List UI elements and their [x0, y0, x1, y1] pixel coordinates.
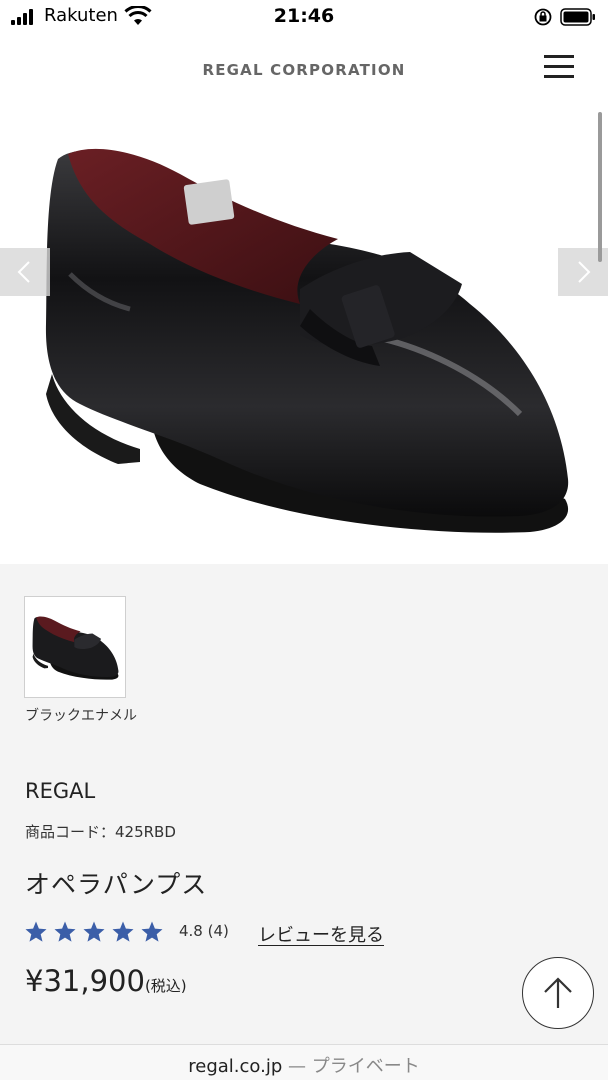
star-icon	[25, 921, 47, 942]
status-bar: Rakuten 21:46	[0, 0, 608, 34]
tax-note: (税込)	[144, 977, 187, 995]
star-icon	[141, 921, 163, 942]
product-name: オペラパンプス	[25, 870, 208, 899]
brand-name: REGAL	[25, 779, 96, 803]
arrow-up-icon	[544, 977, 572, 1008]
star-icon	[54, 921, 76, 942]
view-reviews-link[interactable]: レビューを見る	[258, 921, 384, 947]
product-image-gallery[interactable]	[0, 104, 608, 564]
url-domain: regal.co.jp	[188, 1056, 283, 1077]
product-image-shoe	[45, 148, 569, 533]
url-separator: —	[288, 1056, 306, 1077]
variant-thumbnail[interactable]	[24, 596, 126, 698]
orientation-lock-icon	[534, 8, 552, 26]
chevron-right-icon	[578, 261, 591, 283]
review-count: (4)	[207, 922, 229, 940]
scroll-to-top-button[interactable]	[522, 957, 594, 1029]
rating-summary: 4.8 (4)	[179, 922, 229, 940]
star-icon	[112, 921, 134, 942]
scroll-indicator	[598, 112, 602, 262]
rating-value: 4.8	[179, 922, 203, 940]
clock-time: 21:46	[273, 5, 335, 27]
price-amount: ¥31,900	[25, 964, 145, 998]
browsing-mode: プライベート	[311, 1056, 420, 1077]
product-details: ブラックエナメル REGAL 商品コード：425RBD オペラパンプス 4.8 …	[0, 564, 608, 1044]
browser-url-bar[interactable]: regal.co.jp — プライベート	[0, 1044, 608, 1080]
hamburger-menu-icon[interactable]	[542, 50, 578, 82]
chevron-left-icon	[17, 261, 30, 283]
url-bar-text: regal.co.jp — プライベート	[0, 1052, 608, 1078]
product-code: 商品コード：425RBD	[25, 823, 176, 841]
site-header: REGAL CORPORATION	[0, 34, 608, 104]
variant-label: ブラックエナメル	[25, 708, 137, 724]
battery-icon	[560, 8, 595, 26]
variant-thumbnail-image	[32, 616, 119, 680]
price: ¥31,900(税込)	[25, 964, 187, 998]
brand-logo[interactable]: REGAL CORPORATION	[0, 61, 608, 79]
star-icon	[83, 921, 105, 942]
gallery-prev-button[interactable]	[0, 248, 50, 296]
